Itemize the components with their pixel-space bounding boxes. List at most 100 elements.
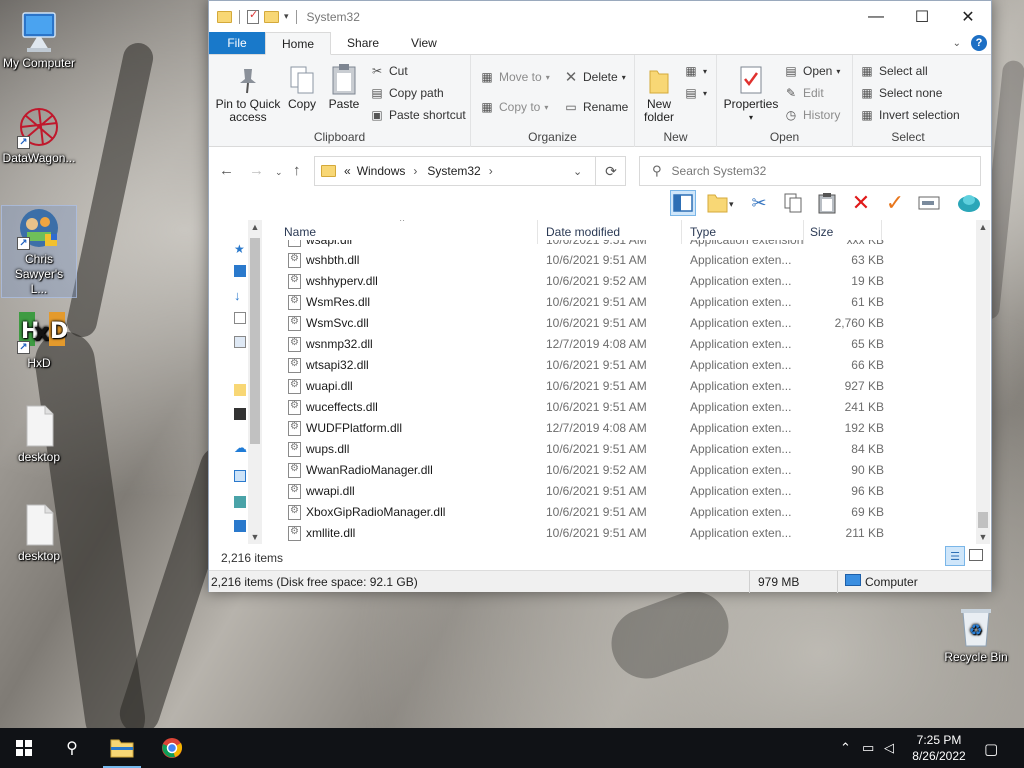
search-box[interactable]: ⚲ Search System32 [639, 156, 981, 186]
folder-nav-icon[interactable] [234, 384, 246, 396]
open-button[interactable]: ▤ Open ▾ [783, 63, 840, 79]
help-icon[interactable]: ? [971, 35, 987, 51]
scroll-down-icon[interactable]: ▼ [248, 530, 262, 544]
chrome-taskbar-icon[interactable] [149, 728, 195, 768]
properties-qat-icon[interactable] [247, 8, 259, 24]
select-none-button[interactable]: ▦ Select none [859, 85, 942, 101]
onedrive-nav-icon[interactable]: ☁ [234, 440, 247, 455]
delete-button[interactable]: ✕ Delete ▾ [563, 69, 626, 86]
video-nav-icon[interactable] [234, 408, 246, 420]
select-all-button[interactable]: ▦ Select all [859, 63, 927, 79]
customize-qat-icon[interactable]: ▾ [284, 11, 289, 22]
table-row[interactable]: wshbth.dll 10/6/2021 9:51 AM Application e… [276, 249, 976, 270]
file-list-scrollbar[interactable]: ▲ ▼ [976, 220, 990, 544]
easy-access-button[interactable]: ▤ ▾ [683, 85, 707, 101]
table-row[interactable]: WwanRadioManager.dll 10/6/2021 9:52 AM App… [276, 459, 976, 480]
properties-toolbar-icon[interactable]: ▾ [704, 190, 738, 216]
paste-toolbar-icon[interactable] [814, 190, 840, 216]
rename-button[interactable]: ▭ Rename [563, 99, 628, 115]
table-row[interactable]: wshhyperv.dll 10/6/2021 9:52 AM Applicatio… [276, 270, 976, 291]
move-to-button[interactable]: ▦ Move to ▾ [479, 69, 549, 85]
table-row[interactable]: wsapi.dll 10/6/2021 9:51 AM Application ex… [276, 240, 976, 249]
tab-view[interactable]: View [395, 32, 453, 54]
copy-toolbar-icon[interactable] [780, 190, 806, 216]
paste-shortcut-button[interactable]: ▣ Paste shortcut [369, 107, 465, 123]
search-taskbar-icon[interactable]: ⚲ [49, 728, 95, 768]
start-button[interactable] [1, 728, 47, 768]
history-button[interactable]: ◷ History [783, 107, 841, 123]
scroll-down-icon[interactable]: ▼ [976, 530, 990, 544]
table-row[interactable]: wups.dll 10/6/2021 9:51 AM Application ext… [276, 438, 976, 459]
copy-to-button[interactable]: ▦ Copy to ▾ [479, 99, 548, 115]
recent-locations-icon[interactable]: ⌄ [275, 167, 283, 178]
breadcrumb-system32[interactable]: System32 [427, 164, 480, 178]
this-pc-nav-icon[interactable] [234, 470, 246, 482]
large-icons-view-icon[interactable] [969, 549, 983, 561]
maximize-button[interactable]: ☐ [899, 1, 945, 32]
tab-file[interactable]: File [209, 32, 265, 54]
rename-toolbar-icon[interactable] [916, 190, 942, 216]
table-row[interactable]: wuapi.dll 10/6/2021 9:51 AM Application ex… [276, 375, 976, 396]
table-row[interactable]: XboxGipRadioManager.dll 10/6/2021 9:51 AM… [276, 501, 976, 522]
scrollbar-thumb[interactable] [978, 512, 988, 528]
close-button[interactable]: ✕ [945, 1, 991, 32]
file-explorer-taskbar-icon[interactable] [99, 728, 145, 768]
table-row[interactable]: WsmSvc.dll 10/6/2021 9:51 AM Application e… [276, 312, 976, 333]
table-row[interactable]: wwapi.dll 10/6/2021 9:51 AM Application ex… [276, 480, 976, 501]
desktop-icon-hxd[interactable]: HxD ↗ HxD [1, 310, 77, 371]
collapse-ribbon-icon[interactable]: ⌄ [953, 38, 961, 49]
up-arrow-icon[interactable]: ↑ [293, 162, 301, 179]
address-bar[interactable]: « Windows › System32 › ⌄ [314, 156, 626, 186]
minimize-button[interactable]: — [853, 1, 899, 32]
table-row[interactable]: WUDFPlatform.dll 12/7/2019 4:08 AM Applica… [276, 417, 976, 438]
pictures-nav-icon[interactable] [234, 336, 246, 348]
delete-toolbar-icon[interactable]: ✕ [848, 190, 874, 216]
documents-nav-icon[interactable] [234, 312, 246, 324]
invert-selection-button[interactable]: ▦ Invert selection [859, 107, 959, 123]
scroll-up-icon[interactable]: ▲ [976, 220, 990, 234]
edit-button[interactable]: ✎ Edit [783, 85, 824, 101]
details-view-icon[interactable]: ☰ [945, 546, 965, 566]
file-list[interactable]: Name ^ Date modified Type Size wsapi.dll… [276, 220, 976, 544]
downloads-nav-icon[interactable]: ↓ [234, 288, 246, 303]
table-row[interactable]: WsmRes.dll 10/6/2021 9:51 AM Application e… [276, 291, 976, 312]
breadcrumb-overflow[interactable]: « [344, 164, 351, 178]
desktop-icon-recycle-bin[interactable]: ♻ Recycle Bin [938, 604, 1014, 665]
globe-toolbar-icon[interactable] [956, 190, 982, 216]
desktop-nav-icon[interactable] [234, 520, 246, 532]
tab-share[interactable]: Share [331, 32, 395, 54]
copy-path-button[interactable]: ▤ Copy path [369, 85, 443, 101]
volume-icon[interactable]: ◁ [884, 740, 894, 756]
chevron-right-icon[interactable]: › [413, 164, 417, 178]
desktop-icon-datawagon[interactable]: ↗ DataWagon... [1, 105, 77, 166]
desktop-icon-desktop-file-1[interactable]: desktop [1, 404, 77, 465]
table-row[interactable]: wsnmp32.dll 12/7/2019 4:08 AM Application … [276, 333, 976, 354]
title-bar[interactable]: ▾ System32 — ☐ ✕ [209, 1, 991, 32]
table-row[interactable]: wuceffects.dll 10/6/2021 9:51 AM Applicati… [276, 396, 976, 417]
cut-toolbar-icon[interactable]: ✂ [746, 190, 772, 216]
navigation-pane-scrollbar[interactable]: ▲ ▼ [248, 220, 262, 544]
network-icon[interactable]: ▭ [862, 740, 874, 756]
refresh-icon[interactable]: ⟳ [595, 156, 626, 186]
new-item-button[interactable]: ▦ ▾ [683, 63, 707, 79]
cut-button[interactable]: ✂ Cut [369, 63, 408, 79]
desktop-icon-my-computer[interactable]: My Computer [1, 10, 77, 71]
table-row[interactable]: wtsapi32.dll 10/6/2021 9:51 AM Application… [276, 354, 976, 375]
checkmark-toolbar-icon[interactable]: ✓ [882, 190, 908, 216]
clock[interactable]: 7:25 PM 8/26/2022 [900, 732, 978, 764]
3d-objects-nav-icon[interactable] [234, 496, 246, 508]
scrollbar-thumb[interactable] [250, 238, 260, 444]
quick-access-star-icon[interactable]: ★ [234, 242, 246, 256]
breadcrumb-windows[interactable]: Windows [357, 164, 406, 178]
address-dropdown-icon[interactable]: ⌄ [573, 165, 582, 178]
preview-pane-icon[interactable] [670, 190, 696, 216]
desktop-icon-desktop-file-2[interactable]: desktop [1, 503, 77, 564]
properties-button[interactable]: Properties ▾ [721, 61, 781, 124]
table-row[interactable]: xmllite.dll 10/6/2021 9:51 AM Application … [276, 522, 976, 543]
tab-home[interactable]: Home [265, 32, 332, 55]
chevron-right-icon[interactable]: › [489, 164, 493, 178]
paste-button[interactable]: Paste [325, 61, 363, 111]
copy-button[interactable]: Copy [285, 61, 319, 111]
scroll-up-icon[interactable]: ▲ [248, 220, 262, 234]
forward-arrow-icon[interactable]: → [249, 162, 264, 179]
